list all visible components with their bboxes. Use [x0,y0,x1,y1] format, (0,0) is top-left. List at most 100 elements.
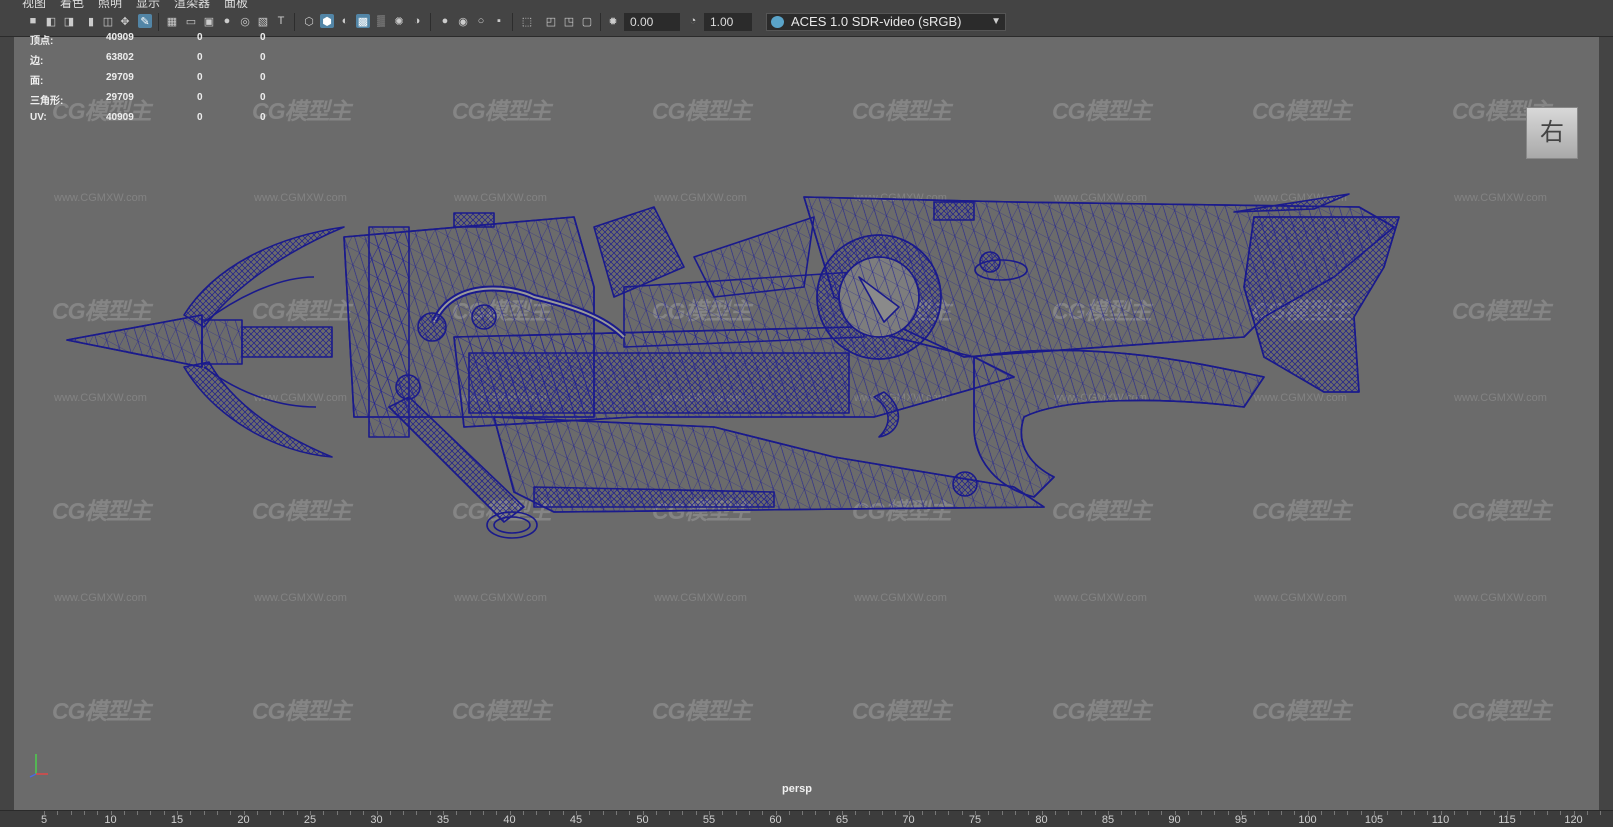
timeline-tick [988,811,990,815]
timeline-tick [509,811,511,815]
timeline-tick [961,811,963,815]
timeline-tick [1081,811,1083,815]
grid-icon[interactable]: ▦ [165,14,179,28]
menu-lighting[interactable]: 照明 [98,0,122,8]
camera-lock-icon[interactable]: ◧ [44,14,58,28]
timeline-tick [296,811,298,815]
timeline-tick [1546,811,1548,815]
color-space-dropdown[interactable]: ACES 1.0 SDR-video (sRGB) ▼ [766,13,1006,31]
timeline-tick [1121,811,1123,815]
timeline-tick [1161,811,1163,815]
timeline-tick [576,811,577,815]
timeline-tick [44,811,45,815]
hud-value: 0 [197,52,203,63]
timeline-tick [1413,811,1415,815]
timeline-tick [1347,811,1349,815]
hud-row-uvs: UV: 40909 0 0 [16,112,276,132]
exposure-icon[interactable]: ✹ [606,14,620,28]
motion-blur-icon[interactable]: ◉ [456,14,470,28]
hud-value: 29709 [106,92,134,103]
hud-value: 0 [197,72,203,83]
timeline-tick [1427,811,1429,815]
menu-view[interactable]: 视图 [22,0,46,8]
camera-icon[interactable]: ■ [26,14,40,28]
camera-attributes-icon[interactable]: ◨ [62,14,76,28]
anti-aliasing-icon[interactable]: ○ [474,14,488,28]
hud-row-faces: 面: 29709 0 0 [16,72,276,92]
timeline-tick-label: 30 [370,814,383,826]
default-material-icon[interactable]: ◐ [338,14,352,28]
move-icon[interactable]: ✥ [118,14,132,28]
use-all-lights-icon[interactable]: ✺ [392,14,406,28]
grease-pencil-icon[interactable]: ✎ [138,14,152,28]
exposure-field[interactable]: 0.00 [624,13,680,31]
timeline-tick-label: 115 [1498,814,1516,826]
timeline-tick [469,811,471,815]
field-chart-icon[interactable]: ◎ [238,14,252,28]
timeline-tick [1028,811,1030,815]
gamma-field[interactable]: 1.00 [704,13,752,31]
image-plane-icon[interactable]: ◫ [101,14,115,28]
ambient-occlusion-icon[interactable]: ● [438,14,452,28]
timeline-tick [1533,811,1535,815]
timeline-tick [1068,811,1070,815]
timeline-tick [1174,811,1176,815]
timeline-tick [1187,811,1189,815]
backface-icon[interactable]: ▢ [580,14,594,28]
xray-active-icon[interactable]: ◳ [562,14,576,28]
gamma-icon[interactable]: ◔ [686,14,700,28]
xray-icon[interactable]: ▒ [374,14,388,28]
view-cube[interactable]: 右 [1526,107,1578,159]
timeline-tick-label: 75 [968,814,982,826]
timeline-tick [283,811,285,815]
timeline-tick-label: 90 [1168,814,1181,826]
timeline-tick [669,811,671,815]
shadows-icon[interactable]: ◑ [410,14,424,28]
hud-value: 0 [260,112,266,123]
hud-value: 0 [260,72,266,83]
gate-mask-icon[interactable]: ● [220,14,234,28]
safe-title-icon[interactable]: T [274,14,288,28]
wireframe-on-shaded-icon[interactable]: ▩ [356,14,370,28]
timeline-tick [57,811,59,815]
timeline-tick [1147,811,1149,815]
poly-count-hud: 顶点: 40909 0 0 边: 63802 0 0 面: 29709 0 0 … [16,32,276,132]
safe-action-icon[interactable]: ▧ [256,14,270,28]
timeline-tick [1387,811,1389,815]
color-management-icon [771,16,784,28]
menu-renderer[interactable]: 渲染器 [174,0,210,8]
timeline-tick [389,811,391,815]
isolate-select-icon[interactable]: ⬚ [520,14,534,28]
timeline-tick [828,811,830,815]
hud-value: 0 [197,32,203,43]
menu-shading[interactable]: 着色 [60,0,84,8]
timeline-tick [788,811,790,815]
timeline-tick [735,811,737,815]
timeline-tick [1374,811,1375,815]
timeline-tick-label: 65 [835,814,849,826]
depth-of-field-icon[interactable]: ▪ [492,14,506,28]
weapon-wireframe-model[interactable] [14,37,1599,810]
smooth-shade-icon[interactable]: ⬢ [320,14,334,28]
timeline-tick [948,811,950,815]
timeline-tick [270,811,272,815]
menu-panels[interactable]: 面板 [224,0,248,8]
viewport[interactable]: CG模型主 CG模型主 CG模型主 CG模型主 CG模型主 CG模型主 CG模型主 CG模型主… [14,37,1599,810]
time-slider[interactable]: 5 10 15 20 25 30 35 40 45 50 55 60 65 70 75 80 85 90 95 100… [0,810,1613,827]
timeline-tick [1573,811,1575,815]
wireframe-icon[interactable]: ⬡ [302,14,316,28]
resolution-gate-icon[interactable]: ▣ [202,14,216,28]
timeline-tick-label: 105 [1364,814,1384,826]
film-gate-icon[interactable]: ▭ [184,14,198,28]
bookmark-icon[interactable]: ▮ [84,14,98,28]
hud-value: 0 [260,92,266,103]
hud-label: 边: [30,56,44,67]
timeline-tick [97,811,99,815]
hud-value: 40909 [106,112,134,123]
right-panel-edge [1599,37,1613,810]
timeline-tick-label: 40 [503,814,516,826]
timeline-tick [1334,811,1336,815]
menu-show[interactable]: 显示 [136,0,160,8]
hud-value: 0 [197,92,203,103]
xray-joints-icon[interactable]: ◰ [544,14,558,28]
